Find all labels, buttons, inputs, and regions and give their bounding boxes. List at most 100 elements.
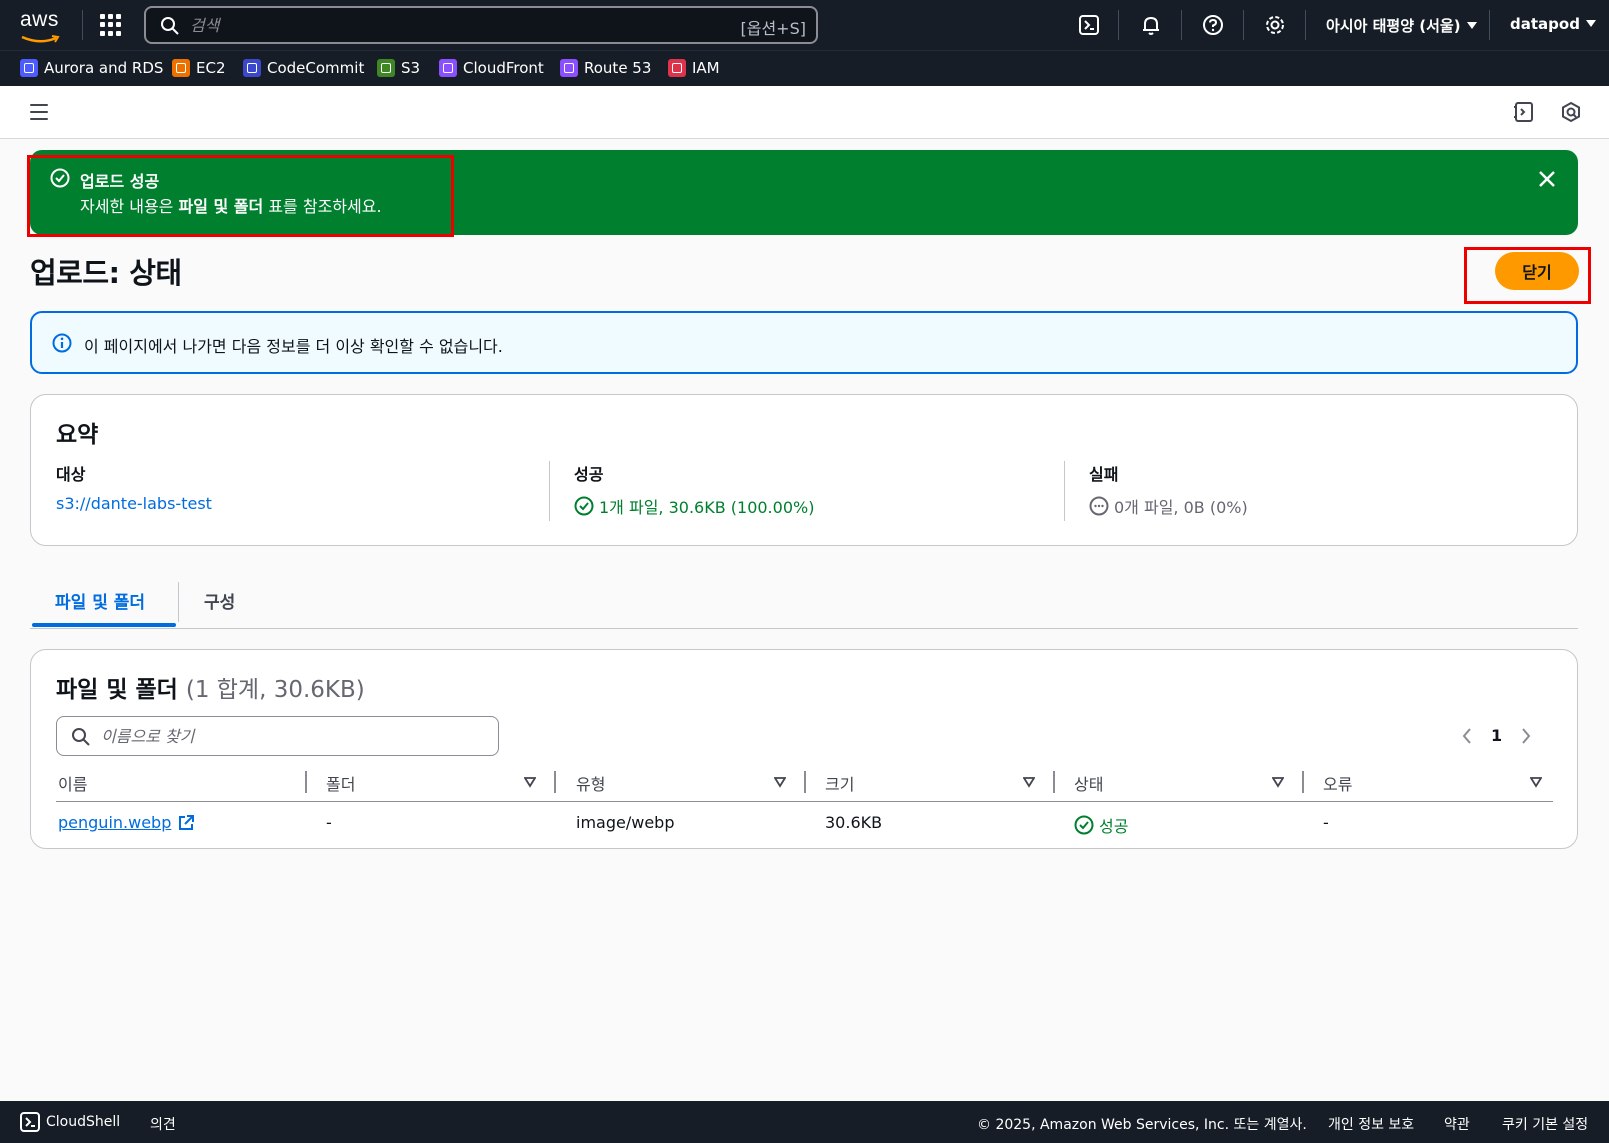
- file-status: 성공: [1074, 813, 1128, 837]
- search-icon: [161, 17, 179, 35]
- menu-icon[interactable]: [30, 104, 48, 120]
- file-size: 30.6KB: [825, 813, 883, 832]
- column-header-folder[interactable]: 폴더: [326, 771, 355, 795]
- divider: [1118, 10, 1119, 40]
- favorite-ec2[interactable]: EC2: [172, 59, 226, 77]
- favorite-aurora-rds[interactable]: Aurora and RDS: [20, 59, 163, 77]
- chevron-right-icon[interactable]: [1520, 727, 1532, 745]
- close-icon[interactable]: [1536, 168, 1558, 190]
- summary-destination: 대상 s3://dante-labs-test: [56, 461, 212, 513]
- sort-down-icon[interactable]: [774, 776, 786, 788]
- favorite-codecommit[interactable]: CodeCommit: [243, 59, 364, 77]
- s3-icon: [377, 59, 395, 77]
- iam-icon: [668, 59, 686, 77]
- favorite-iam[interactable]: IAM: [668, 59, 720, 77]
- column-header-status[interactable]: 상태: [1074, 771, 1103, 795]
- column-header-size[interactable]: 크기: [825, 771, 854, 795]
- summary-succeeded: 성공 1개 파일, 30.6KB (100.00%): [574, 461, 814, 518]
- global-search-input[interactable]: [190, 13, 690, 37]
- chevron-left-icon[interactable]: [1461, 727, 1473, 745]
- aws-smile-icon: [21, 35, 60, 43]
- search-icon: [72, 728, 90, 746]
- column-header-type[interactable]: 유형: [576, 771, 605, 795]
- column-header-error[interactable]: 오류: [1323, 771, 1352, 795]
- column-resizer[interactable]: [1053, 771, 1055, 793]
- external-link-icon: [179, 814, 195, 830]
- file-search-input[interactable]: [101, 725, 481, 747]
- tab-files-and-folders[interactable]: 파일 및 폴더: [55, 588, 145, 613]
- help-icon[interactable]: [1202, 14, 1224, 36]
- footer-terms[interactable]: 약관: [1444, 1114, 1470, 1134]
- cloudshell-icon[interactable]: [1078, 14, 1100, 36]
- file-name-link[interactable]: penguin.webp: [58, 813, 195, 832]
- tab-configuration[interactable]: 구성: [204, 588, 235, 613]
- favorites-bar: Aurora and RDS EC2 CodeCommit S3 CloudFr…: [0, 50, 1609, 86]
- divider: [82, 10, 83, 40]
- footer-copyright: © 2025, Amazon Web Services, Inc. 또는 계열사…: [977, 1117, 1307, 1133]
- bell-icon[interactable]: [1140, 14, 1162, 36]
- divider: [178, 582, 179, 622]
- column-header-name[interactable]: 이름: [58, 771, 87, 795]
- summary-container: 요약 대상 s3://dante-labs-test 성공 1개 파일, 30.…: [30, 394, 1578, 546]
- sort-down-icon[interactable]: [524, 776, 536, 788]
- check-circle-icon: [574, 496, 594, 516]
- cloudshell-panel-icon[interactable]: [1513, 101, 1535, 123]
- column-resizer[interactable]: [554, 771, 556, 793]
- files-table-container: 파일 및 폴더 (1 합계, 30.6KB) 1 이름 폴더 유형 크기 상태 …: [30, 649, 1578, 849]
- favorite-label: IAM: [692, 59, 720, 77]
- services-grid-icon[interactable]: [100, 14, 122, 36]
- failed-label: 실패: [1089, 465, 1119, 484]
- global-search[interactable]: [옵션+S]: [144, 6, 818, 44]
- favorite-label: EC2: [196, 59, 226, 77]
- succeeded-value-row: 1개 파일, 30.6KB (100.00%): [574, 494, 814, 518]
- footer: CloudShell 의견 © 2025, Amazon Web Service…: [0, 1101, 1609, 1143]
- region-label: 아시아 태평양 (서울): [1326, 17, 1461, 35]
- footer-feedback[interactable]: 의견: [150, 1114, 176, 1134]
- column-resizer[interactable]: [1302, 771, 1304, 793]
- destination-link[interactable]: s3://dante-labs-test: [56, 494, 212, 513]
- amazon-q-icon[interactable]: [1560, 101, 1582, 123]
- account-menu[interactable]: datapod: [1510, 15, 1596, 33]
- destination-label: 대상: [56, 465, 86, 484]
- table-header-border: [56, 801, 1553, 802]
- file-search[interactable]: [56, 716, 499, 756]
- failed-value-row: 0개 파일, 0B (0%): [1089, 494, 1248, 518]
- column-resizer[interactable]: [305, 771, 307, 793]
- divider: [1305, 10, 1306, 40]
- region-selector[interactable]: 아시아 태평양 (서울): [1326, 15, 1477, 36]
- highlight-box: [27, 155, 454, 237]
- divider: [1243, 10, 1244, 40]
- file-folder: -: [326, 813, 332, 832]
- files-heading: 파일 및 폴더 (1 합계, 30.6KB): [56, 670, 365, 704]
- aws-logo[interactable]: aws: [20, 8, 64, 43]
- favorite-label: CloudFront: [463, 59, 544, 77]
- succeeded-value: 1개 파일, 30.6KB (100.00%): [599, 498, 815, 517]
- failed-value: 0개 파일, 0B (0%): [1114, 498, 1248, 517]
- route53-icon: [560, 59, 578, 77]
- footer-cloudshell[interactable]: CloudShell: [20, 1112, 120, 1132]
- footer-cookies[interactable]: 쿠키 기본 설정: [1502, 1114, 1588, 1134]
- gear-icon[interactable]: [1264, 14, 1286, 36]
- aws-logo-text: aws: [20, 8, 59, 31]
- divider: [1181, 10, 1182, 40]
- page-number[interactable]: 1: [1491, 726, 1502, 745]
- tabs: 파일 및 폴더 구성: [30, 578, 1578, 629]
- favorite-cloudfront[interactable]: CloudFront: [439, 59, 544, 77]
- footer-privacy[interactable]: 개인 정보 보호: [1328, 1114, 1414, 1134]
- favorite-label: Route 53: [584, 59, 652, 77]
- rds-icon: [20, 59, 38, 77]
- sort-down-icon[interactable]: [1530, 776, 1542, 788]
- favorite-label: Aurora and RDS: [44, 59, 164, 77]
- column-resizer[interactable]: [804, 771, 806, 793]
- active-tab-indicator: [32, 623, 176, 627]
- info-alert-text: 이 페이지에서 나가면 다음 정보를 더 이상 확인할 수 없습니다.: [84, 337, 503, 356]
- divider: [1064, 461, 1065, 521]
- sort-down-icon[interactable]: [1023, 776, 1035, 788]
- favorite-s3[interactable]: S3: [377, 59, 420, 77]
- divider: [1489, 10, 1490, 40]
- ellipsis-circle-icon: [1089, 496, 1109, 516]
- footer-cloudshell-label: CloudShell: [46, 1114, 121, 1130]
- favorite-route53[interactable]: Route 53: [560, 59, 651, 77]
- summary-heading: 요약: [56, 422, 99, 448]
- sort-down-icon[interactable]: [1272, 776, 1284, 788]
